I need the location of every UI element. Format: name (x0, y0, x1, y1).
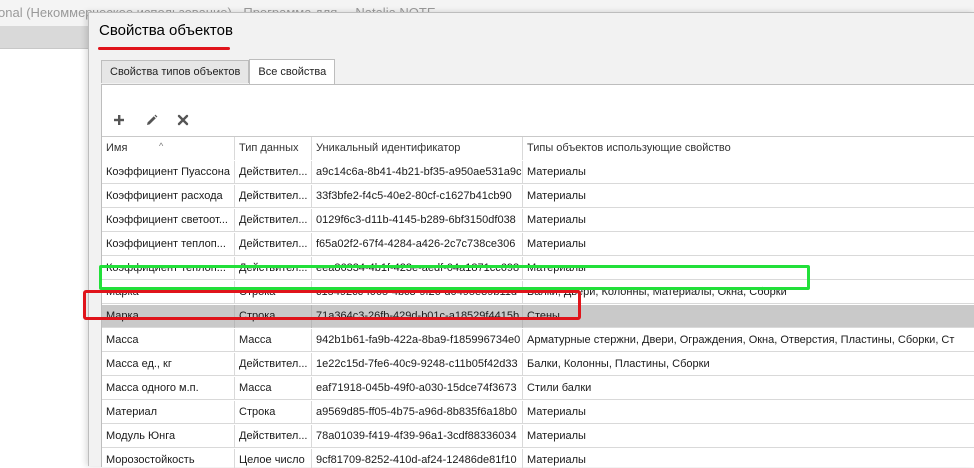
cell-data-type: Строка (235, 401, 312, 424)
cell-object-types: Материалы (527, 190, 586, 202)
cell-name: Масса одного м.п. (102, 377, 235, 400)
table-row[interactable]: Коэффициент Пуассона Действител... a9c14… (102, 161, 974, 184)
cell-data-type: Действител... (235, 353, 312, 376)
cell-object-types: Стены (527, 310, 560, 322)
column-header-data-type[interactable]: Тип данных (235, 137, 312, 160)
plus-icon (114, 115, 124, 125)
cell-object-types: Материалы (527, 430, 586, 442)
tab-all-properties[interactable]: Все свойства (249, 59, 336, 84)
cell-unique-id: 0129f6c3-d11b-4145-b289-6bf3150df038 (312, 209, 523, 232)
table-row[interactable]: Масса одного м.п. Масса eaf71918-045b-49… (102, 377, 974, 400)
table-row[interactable]: Коэффициент светоот... Действител... 012… (102, 209, 974, 232)
cell-name: Масса (102, 329, 235, 352)
cell-unique-id: f65a02f2-67f4-4284-a426-2c7c738ce306 (312, 233, 523, 256)
edit-property-button[interactable] (142, 111, 160, 129)
grid-header-row: Имя ^ Тип данных Уникальный идентификато… (102, 137, 974, 160)
cell-name: Морозостойкость (102, 449, 235, 468)
cell-object-types: Материалы (527, 454, 586, 466)
cell-name: Марка (102, 305, 235, 328)
toolbar (110, 111, 192, 129)
cell-data-type: Действител... (235, 425, 312, 448)
cell-name: Масса ед., кг (102, 353, 235, 376)
table-row[interactable]: Масса Масса 942b1b61-fa9b-422a-8ba9-f185… (102, 329, 974, 352)
cell-object-types: Материалы (527, 214, 586, 226)
cell-data-type: Действител... (235, 209, 312, 232)
table-row[interactable]: Модуль Юнга Действител... 78a01039-f419-… (102, 425, 974, 448)
cell-name: Коэффициент расхода (102, 185, 235, 208)
cell-unique-id: 78a01039-f419-4f39-96a1-3cdf88336034 (312, 425, 523, 448)
cell-name: Модуль Юнга (102, 425, 235, 448)
table-row[interactable]: Коэффициент теплоп... Действител... f65a… (102, 233, 974, 256)
object-properties-dialog: Свойства объектов Свойства типов объекто… (88, 12, 974, 468)
delete-property-button[interactable] (174, 111, 192, 129)
table-row-selected[interactable]: Марка Строка 71a364c3-26fb-429d-b01c-a18… (102, 305, 974, 328)
cell-object-types: Стили балки (527, 382, 592, 394)
column-header-name[interactable]: Имя ^ (102, 137, 235, 160)
table-row[interactable]: Материал Строка a9569d85-ff05-4b75-a96d-… (102, 401, 974, 424)
cell-data-type: Действител... (235, 257, 312, 280)
cell-data-type: Действител... (235, 185, 312, 208)
cell-name: Коэффициент светоот... (102, 209, 235, 232)
table-row[interactable]: Марка Строка c15492cc-f065-4bc3-9f26-d04… (102, 281, 974, 304)
cell-unique-id: 9cf81709-8252-410d-af24-12486de81f10 (312, 449, 523, 468)
sort-ascending-icon: ^ (159, 141, 164, 151)
cell-name: Коэффициент Пуассона (102, 161, 235, 184)
x-icon (177, 114, 189, 126)
cell-unique-id: eea86334-4b1f-423e-aedf-04a1871cc698 (312, 257, 523, 280)
cell-unique-id: c15492cc-f065-4bc3-9f26-d0495e39b11d (312, 281, 523, 304)
pencil-icon (146, 114, 157, 125)
cell-unique-id: a9c14c6a-8b41-4b21-bf35-a950ae531a9c (312, 161, 523, 184)
table-row[interactable]: Коэффициент расхода Действител... 33f3bf… (102, 185, 974, 208)
properties-grid: Имя ^ Тип данных Уникальный идентификато… (102, 136, 974, 468)
cell-unique-id: 71a364c3-26fb-429d-b01c-a18529f4415b (312, 305, 523, 328)
cell-data-type: Масса (235, 377, 312, 400)
cell-object-types: Арматурные стержни, Двери, Ограждения, О… (527, 334, 955, 346)
cell-data-type: Масса (235, 329, 312, 352)
cell-name: Коэффициент теплоп... (102, 233, 235, 256)
cell-object-types: Материалы (527, 166, 586, 178)
add-property-button[interactable] (110, 111, 128, 129)
tab-object-type-properties[interactable]: Свойства типов объектов (101, 60, 250, 83)
cell-unique-id: 942b1b61-fa9b-422a-8ba9-f185996734e0 (312, 329, 523, 352)
cell-data-type: Строка (235, 305, 312, 328)
table-row[interactable]: Морозостойкость Целое число 9cf81709-825… (102, 449, 974, 468)
cell-data-type: Действител... (235, 233, 312, 256)
cell-name: Марка (102, 281, 235, 304)
cell-unique-id: 1e22c15d-7fe6-40c9-9248-c11b05f42d33 (312, 353, 523, 376)
cell-unique-id: 33f3bfe2-f4c5-40e2-80cf-c1627b41cb90 (312, 185, 523, 208)
cell-data-type: Целое число (235, 449, 312, 468)
column-header-object-types[interactable]: Типы объектов использующие свойство (523, 137, 974, 160)
cell-object-types: Балки, Колонны, Пластины, Сборки (527, 358, 710, 370)
cell-data-type: Строка (235, 281, 312, 304)
tab-strip: Свойства типов объектов Все свойства (101, 59, 336, 84)
cell-object-types: Материалы (527, 238, 586, 250)
all-properties-panel: Имя ^ Тип данных Уникальный идентификато… (101, 84, 974, 468)
table-row[interactable]: Коэффициент теплоп... Действител... eea8… (102, 257, 974, 280)
title-red-underline (98, 47, 230, 50)
cell-data-type: Действител... (235, 161, 312, 184)
background-toolbar-strip (0, 26, 88, 49)
cell-name: Материал (102, 401, 235, 424)
cell-unique-id: a9569d85-ff05-4b75-a96d-8b835f6a18b0 (312, 401, 523, 424)
cell-unique-id: eaf71918-045b-49f0-a030-15dce74f3673 (312, 377, 523, 400)
dialog-title: Свойства объектов (99, 22, 233, 39)
cell-object-types: Балки, Двери, Колонны, Материалы, Окна, … (527, 286, 787, 298)
cell-name: Коэффициент теплоп... (102, 257, 235, 280)
column-header-unique-id[interactable]: Уникальный идентификатор (312, 137, 523, 160)
cell-object-types: Материалы (527, 262, 586, 274)
cell-object-types: Материалы (527, 406, 586, 418)
table-row[interactable]: Масса ед., кг Действител... 1e22c15d-7fe… (102, 353, 974, 376)
